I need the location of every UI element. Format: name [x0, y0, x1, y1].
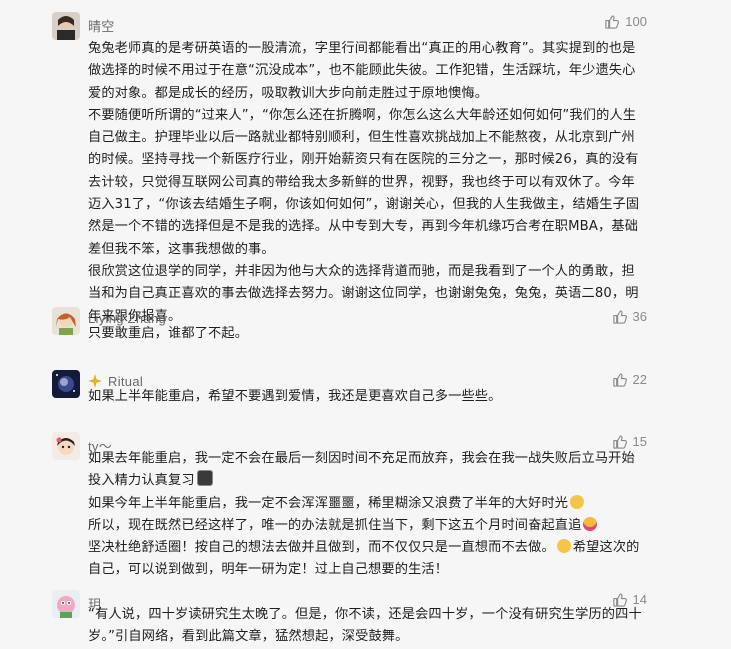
- username[interactable]: 晴空: [88, 16, 115, 35]
- avatar[interactable]: [52, 590, 80, 618]
- sad-face-emoji-icon: [570, 494, 585, 509]
- comment-text: 如果上半年能重启，希望不要遇到爱情，我还是更喜欢自己多一些些。: [88, 386, 648, 408]
- comment-text-part: 如果去年能重启，我一定不会在最后一刻因时间不充足而放弃，我会在我一战失败后立马开…: [88, 451, 635, 489]
- thumbs-up-icon: [612, 373, 627, 387]
- comment-paragraph: 很欣赏这位退学的同学，并非因为他与大众的选择背道而驰，而是我看到了一个人的勇敢，…: [88, 263, 639, 324]
- avatar[interactable]: [52, 432, 80, 460]
- comment-paragraph: 只要敢重启，谁都了不起。: [88, 326, 249, 341]
- avatar[interactable]: [52, 12, 80, 40]
- like-count: 15: [632, 434, 647, 449]
- comment-text: 兔兔老师真的是考研英语的一股清流，字里行间都能看出“真正的用心教育”。其实提到的…: [88, 38, 648, 328]
- comment-paragraph: 不要随便听所谓的“过来人”，“你怎么还在折腾啊，你怎么这么大年龄还如何如何”我们…: [88, 107, 640, 257]
- comment-text-part: 如果今年上半年能重启，我一定不会浑浑噩噩，稀里糊涂又浪费了半年的大好时光: [88, 495, 569, 511]
- comment-feed: 晴空 100 兔兔老师真的是考研英语的一股清流，字里行间都能看出“真正的用心教育…: [0, 0, 731, 649]
- avatar[interactable]: [52, 370, 80, 398]
- comment-paragraph: 如果去年能重启，我一定不会在最后一刻因时间不充足而放弃，我会在我一战失败后立马开…: [88, 448, 648, 493]
- comment-text-part: 所以，现在既然已经这样了，唯一的办法就是抓住当下，剩下这五个月时间奋起直追: [88, 517, 582, 533]
- like-count: 100: [625, 14, 647, 29]
- comment-paragraph: 如果今年上半年能重启，我一定不会浑浑噩噩，稀里糊涂又浪费了半年的大好时光 所以，…: [88, 493, 648, 582]
- like-button[interactable]: 15: [612, 434, 647, 449]
- avatar[interactable]: [52, 307, 80, 335]
- comment-text: 只要敢重启，谁都了不起。: [88, 323, 648, 345]
- thumbs-up-icon: [605, 15, 620, 29]
- thumbs-up-icon: [612, 435, 627, 449]
- like-button[interactable]: 22: [612, 372, 647, 387]
- skull-emoji-icon: [196, 470, 213, 487]
- thumbs-up-icon: [612, 310, 627, 324]
- like-count: 22: [632, 372, 647, 387]
- comment-text-part: 坚决杜绝舒适圈！按自己的想法去做并且做到，而不仅仅只是一直想而不去做。: [88, 540, 555, 556]
- comment-paragraph: 如果上半年能重启，希望不要遇到爱情，我还是更喜欢自己多一些些。: [88, 389, 502, 404]
- shocked-face-emoji-icon: [583, 516, 598, 531]
- like-button[interactable]: 36: [612, 309, 647, 324]
- comment-text: 如果去年能重启，我一定不会在最后一刻因时间不充足而放弃，我会在我一战失败后立马开…: [88, 448, 648, 582]
- comment-text: “有人说，四十岁读研究生太晚了。但是，你不读，还是会四十岁，一个没有研究生学历的…: [88, 604, 648, 649]
- comment-paragraph: “有人说，四十岁读研究生太晚了。但是，你不读，还是会四十岁，一个没有研究生学历的…: [88, 607, 642, 645]
- comment-paragraph: 兔兔老师真的是考研英语的一股清流，字里行间都能看出“真正的用心教育”。其实提到的…: [88, 41, 636, 101]
- like-count: 36: [632, 309, 647, 324]
- fist-face-emoji-icon: [556, 539, 571, 554]
- like-button[interactable]: 100: [604, 14, 647, 29]
